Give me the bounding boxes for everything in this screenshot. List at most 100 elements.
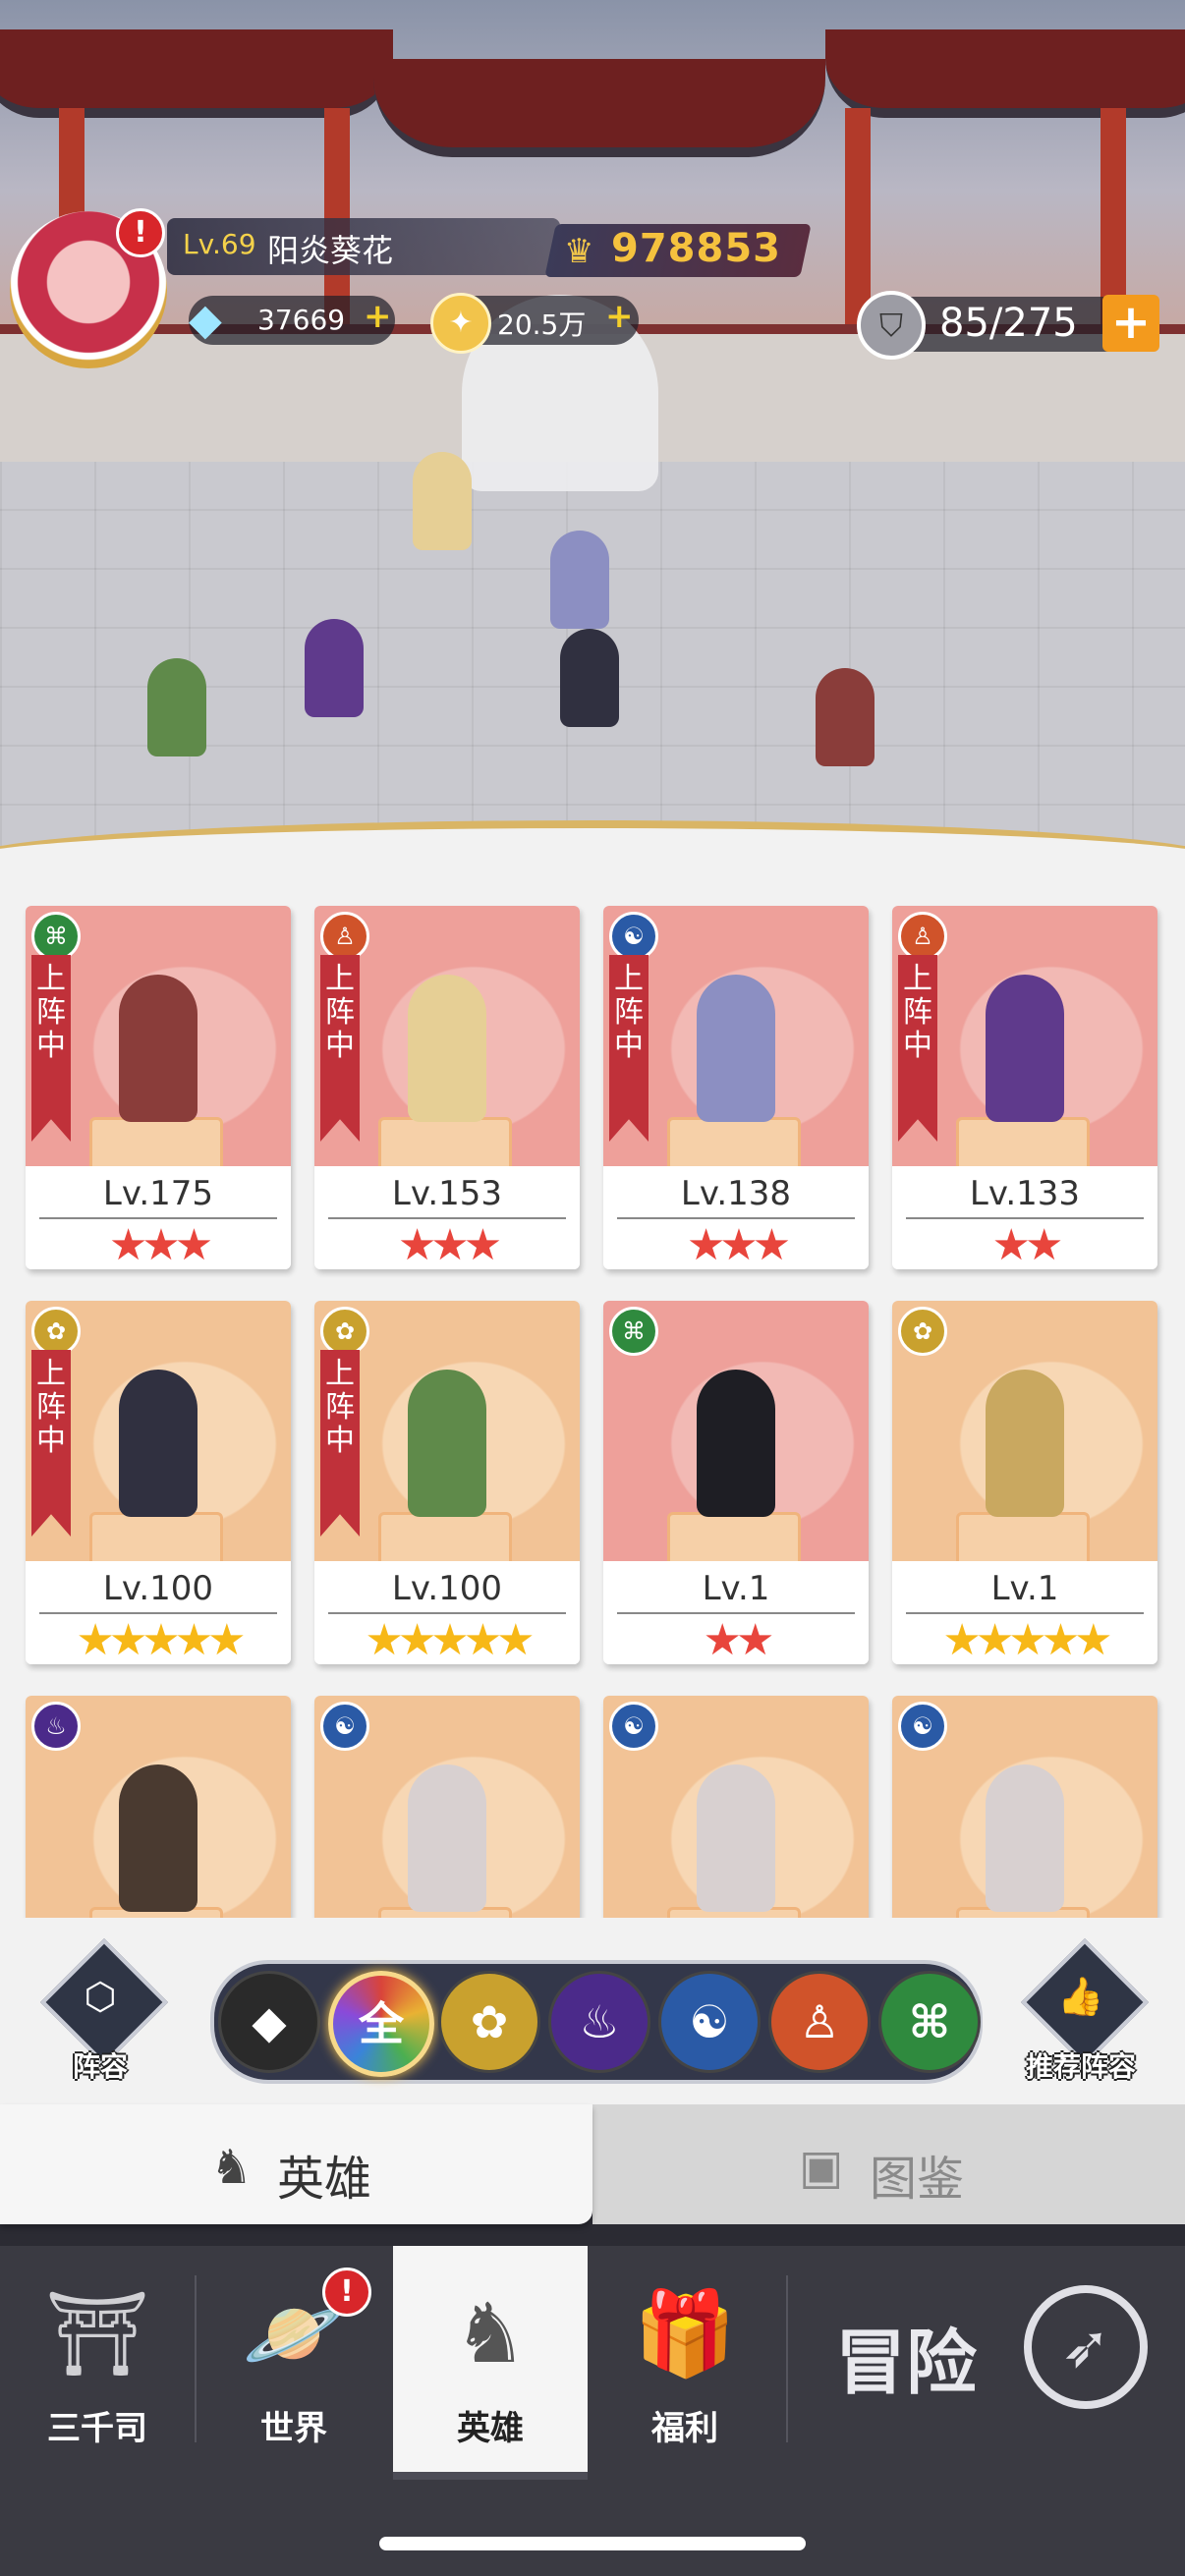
- deployed-tag: 上阵中: [320, 955, 360, 1142]
- yin-yang-icon: ☯: [609, 1702, 658, 1751]
- tab-codex[interactable]: ▣ 图鉴: [592, 2104, 1185, 2224]
- nav-item-world[interactable]: 🪐 世界 !: [197, 2246, 391, 2472]
- hero-card[interactable]: ☯ 上阵中 Lv.138 ★★★: [603, 906, 869, 1269]
- pedestal: [956, 1512, 1090, 1567]
- hero-sprite[interactable]: [550, 531, 609, 629]
- hero-card-art: ☯: [892, 1696, 1157, 1918]
- gems-value: 37669: [257, 304, 346, 336]
- nav-item-welfare[interactable]: 🎁 福利: [588, 2246, 782, 2472]
- hero-card[interactable]: ☯: [603, 1696, 869, 1918]
- temple-roof-center: [373, 59, 825, 157]
- nav-item-sanqiansi[interactable]: ⛩ 三千司: [0, 2246, 195, 2472]
- add-gems-button[interactable]: +: [364, 297, 392, 336]
- nav-label: 三千司: [47, 2409, 147, 2448]
- yin-yang-icon[interactable]: ☯: [658, 1971, 761, 2073]
- hero-silhouette-icon: ♞: [453, 2285, 528, 2381]
- shadow-flame-icon[interactable]: ♨: [548, 1971, 650, 2073]
- hero-grid[interactable]: ⌘ 上阵中 Lv.175 ★★★ ♙ 上阵中 Lv.153 ★★★ ☯ 上阵中 Lv.138 ★★★ ♙…: [0, 865, 1185, 1918]
- pedestal: [667, 1512, 801, 1567]
- hero-portrait: [697, 1370, 775, 1517]
- filter-classes-icon[interactable]: ◆: [218, 1971, 320, 2073]
- hero-card[interactable]: ⌘ Lv.1 ★★: [603, 1301, 869, 1664]
- stamina-icon: ⛉: [857, 291, 926, 360]
- flame-person-icon: ♙: [320, 912, 369, 961]
- nav-item-heroes[interactable]: ♞ 英雄: [393, 2246, 588, 2480]
- yin-yang-icon: ☯: [898, 1702, 947, 1751]
- codex-tab-icon: ▣: [799, 2140, 844, 2195]
- gold-value: 20.5万: [497, 308, 587, 341]
- adventure-button[interactable]: 冒险: [835, 2305, 977, 2408]
- hero-card-art: ✿ 上阵中: [26, 1301, 291, 1567]
- deployed-tag: 上阵中: [31, 1350, 71, 1537]
- hero-card-footer: Lv.133 ★★: [892, 1166, 1157, 1269]
- gift-box-icon: 🎁: [633, 2285, 737, 2381]
- nav-label: 英雄: [457, 2409, 524, 2448]
- hero-card[interactable]: ☯: [892, 1696, 1157, 1918]
- hero-level: Lv.100: [102, 1569, 214, 1608]
- hero-card-art: ♙ 上阵中: [892, 906, 1157, 1172]
- tab-heroes-label: 英雄: [277, 2152, 372, 2207]
- hero-portrait: [986, 1764, 1064, 1912]
- hero-portrait: [119, 1370, 198, 1517]
- hero-level: Lv.175: [102, 1174, 214, 1213]
- compass-icon[interactable]: ➶: [1024, 2285, 1148, 2409]
- hero-sprite[interactable]: [413, 452, 472, 550]
- hero-sprite[interactable]: [560, 629, 619, 727]
- hero-card[interactable]: ♙ 上阵中 Lv.153 ★★★: [314, 906, 580, 1269]
- dna-icon: ⌘: [31, 912, 81, 961]
- hero-portrait: [986, 975, 1064, 1122]
- home-indicator[interactable]: [379, 2537, 806, 2550]
- avatar-alert-badge: !: [116, 208, 165, 257]
- hero-stars: ★★★: [108, 1220, 213, 1269]
- hero-card[interactable]: ✿ 上阵中 Lv.100 ★★★★★: [26, 1301, 291, 1664]
- deployed-tag: 上阵中: [31, 955, 71, 1142]
- hero-sprite[interactable]: [305, 619, 364, 717]
- dna-icon: ⌘: [609, 1307, 658, 1356]
- hero-card-art: ✿ 上阵中: [314, 1301, 580, 1567]
- deployed-tag: 上阵中: [320, 1350, 360, 1537]
- hero-level: Lv.1: [990, 1569, 1059, 1608]
- hero-card-art: ☯: [314, 1696, 580, 1918]
- pedestal: [89, 1117, 223, 1172]
- nav-label: 福利: [651, 2409, 718, 2448]
- dna-icon[interactable]: ⌘: [878, 1971, 981, 2073]
- hero-portrait: [119, 1764, 198, 1912]
- hero-level: Lv.133: [969, 1174, 1081, 1213]
- hero-portrait: [408, 975, 486, 1122]
- hero-stars: ★★★: [397, 1220, 502, 1269]
- palace-icon: ⛩: [44, 2285, 150, 2381]
- add-gold-button[interactable]: +: [605, 297, 634, 336]
- hero-level: Lv.153: [391, 1174, 503, 1213]
- lotus-icon: ✿: [320, 1307, 369, 1356]
- tab-heroes[interactable]: ♞ 英雄: [0, 2104, 592, 2224]
- tab-codex-label: 图鉴: [870, 2152, 965, 2207]
- nav-label: 世界: [260, 2409, 327, 2448]
- hero-card-art: ⌘: [603, 1301, 869, 1567]
- world-alert-badge: !: [322, 2268, 371, 2317]
- lineup-button[interactable]: ⬡ 阵容: [39, 1937, 169, 2083]
- hero-card-art: ☯ 上阵中: [603, 906, 869, 1172]
- hero-stars: ★★★★★: [365, 1615, 535, 1664]
- hero-stars: ★★★★★: [942, 1615, 1112, 1664]
- hero-card[interactable]: ☯: [314, 1696, 580, 1918]
- hero-portrait: [408, 1764, 486, 1912]
- hero-card[interactable]: ♙ 上阵中 Lv.133 ★★: [892, 906, 1157, 1269]
- hero-card[interactable]: ♨: [26, 1696, 291, 1918]
- shadow-flame-icon: ♨: [31, 1702, 81, 1751]
- pedestal: [378, 1117, 512, 1172]
- crown-icon: ♛: [564, 232, 594, 271]
- hero-card[interactable]: ⌘ 上阵中 Lv.175 ★★★: [26, 906, 291, 1269]
- recommend-lineup-button[interactable]: 👍 推荐阵容: [1020, 1937, 1150, 2083]
- hero-sprite[interactable]: [816, 668, 875, 766]
- pedestal: [378, 1512, 512, 1567]
- lotus-icon[interactable]: ✿: [438, 1971, 540, 2073]
- hero-card[interactable]: ✿ Lv.1 ★★★★★: [892, 1301, 1157, 1664]
- hero-card[interactable]: ✿ 上阵中 Lv.100 ★★★★★: [314, 1301, 580, 1664]
- hero-stars: ★★: [703, 1615, 775, 1664]
- hero-portrait: [119, 975, 198, 1122]
- temple-roof-right: [825, 29, 1185, 118]
- flame-person-icon[interactable]: ♙: [768, 1971, 871, 2073]
- hero-sprite[interactable]: [147, 658, 206, 756]
- add-stamina-button[interactable]: +: [1102, 295, 1159, 352]
- filter-all-button[interactable]: 全: [328, 1971, 434, 2077]
